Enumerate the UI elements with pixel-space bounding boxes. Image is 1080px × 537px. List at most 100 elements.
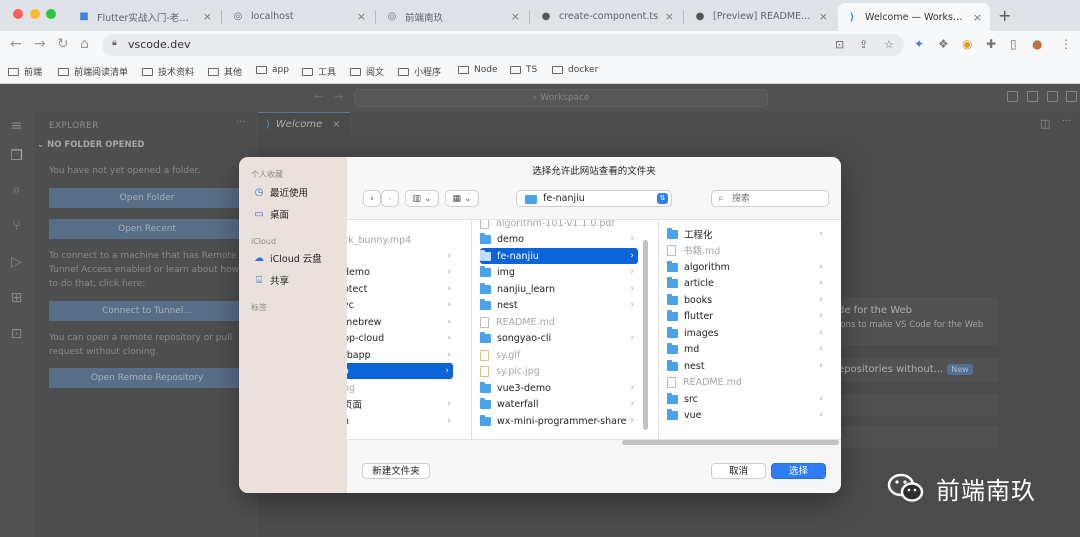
bookmark-star-icon[interactable]: ☆ [884, 38, 894, 51]
markdown-file-icon [667, 244, 676, 256]
folder-icon [480, 282, 491, 294]
browser-tab-active[interactable]: ⟩ Welcome — Workspace × [838, 3, 990, 31]
extensions-puzzle-icon[interactable]: ✚ [986, 37, 996, 51]
sidebar-icon[interactable]: ▯ [1010, 37, 1017, 51]
list-item[interactable]: nanjiu_learn › [480, 281, 638, 297]
list-item-selected[interactable]: o› [347, 363, 453, 379]
close-icon[interactable]: × [973, 11, 982, 24]
sidebar-item-shared[interactable]: ⌸ 共享 [253, 273, 289, 288]
sidebar-item-desktop[interactable]: ▭ 桌面 [253, 207, 289, 222]
home-icon[interactable]: ⌂ [80, 36, 89, 52]
list-item[interactable]: wx-mini-programmer-share › [480, 413, 638, 429]
bookmark-folder[interactable]: 其他 [208, 65, 242, 78]
bookmark-folder[interactable]: 小程序 [398, 65, 441, 78]
bookmark-folder[interactable]: 阅文 [350, 65, 384, 78]
browser-tab[interactable]: ◎ localhost × [224, 4, 374, 29]
list-item[interactable]: books › [667, 292, 827, 308]
menu-icon[interactable]: ⋮ [1060, 37, 1072, 51]
back-button[interactable]: ‹ [363, 190, 381, 207]
list-item[interactable]: 页面› [347, 396, 455, 412]
browser-tab[interactable]: ● [Preview] README.md × [686, 4, 836, 29]
folder-icon [208, 67, 219, 76]
list-item[interactable]: README.md [480, 314, 638, 330]
list-item-selected[interactable]: fe-nanjiu › [480, 248, 638, 264]
list-item[interactable]: waterfall › [480, 396, 638, 412]
reload-icon[interactable]: ↻ [57, 36, 69, 52]
avatar[interactable]: ● [1032, 37, 1042, 51]
bookmark-folder[interactable]: app [256, 65, 289, 75]
extension-icon[interactable]: ✦ [914, 37, 924, 51]
list-item[interactable]: md › [667, 341, 827, 357]
list-item[interactable]: pp-cloud › [347, 330, 455, 346]
list-item[interactable]: algorithm-101-v1.1.0.pdf [480, 220, 638, 231]
install-icon[interactable]: ⊡ [835, 38, 844, 51]
browser-tab[interactable]: ● create-component.ts × [532, 4, 682, 29]
bookmark-folder[interactable]: 工具 [302, 65, 336, 78]
list-item[interactable]: ng [347, 380, 455, 396]
list-item[interactable]: songyao-cli › [480, 330, 638, 346]
list-item[interactable]: vc› [347, 297, 455, 313]
search-input[interactable] [732, 193, 822, 205]
list-item[interactable]: src › [667, 391, 827, 407]
new-folder-button[interactable]: 新建文件夹 [362, 463, 430, 479]
list-item[interactable]: vue3-demo › [480, 380, 638, 396]
github-icon: ● [541, 11, 551, 22]
scrollbar[interactable] [643, 240, 648, 430]
browser-tab[interactable]: ◎ 前端南玖 × [378, 4, 528, 29]
list-item[interactable]: README.md [667, 374, 827, 390]
close-icon[interactable]: × [511, 10, 520, 23]
list-item[interactable]: › [347, 248, 455, 264]
list-item[interactable]: images › [667, 325, 827, 341]
group-button[interactable]: ▦ ⌄ [445, 190, 479, 207]
horizontal-scrollbar[interactable] [622, 440, 839, 445]
close-icon[interactable]: × [665, 10, 674, 23]
forward-icon[interactable]: → [34, 36, 46, 52]
bookmark-folder[interactable]: 技术资料 [142, 65, 194, 78]
address-bar[interactable]: 🔒︎ vscode.dev ⊡ ⇪ ☆ [102, 34, 904, 56]
cancel-button[interactable]: 取消 [711, 463, 766, 479]
sidebar-item-recent[interactable]: ◷ 最近使用 [253, 185, 308, 200]
bookmark-folder[interactable]: Node [458, 65, 498, 75]
close-icon[interactable]: × [203, 10, 212, 23]
list-item[interactable]: img › [480, 264, 638, 280]
list-item[interactable]: 书籍.md [667, 242, 827, 258]
extension-icon[interactable]: ◉ [962, 37, 972, 51]
list-item[interactable]: n› [347, 413, 455, 429]
close-icon[interactable]: × [819, 10, 828, 23]
bookmark-folder[interactable]: 前端阅读清单 [58, 65, 128, 78]
list-item[interactable]: demo› [347, 264, 455, 280]
view-mode-button[interactable]: ▥ ⌄ [405, 190, 439, 207]
new-tab-button[interactable]: + [998, 6, 1011, 25]
shared-folder-icon: ⌸ [256, 274, 262, 286]
choose-button[interactable]: 选择 [771, 463, 826, 479]
list-item[interactable]: algorithm › [667, 259, 827, 275]
forward-button[interactable]: › [381, 190, 399, 207]
close-window-button[interactable] [13, 9, 23, 19]
back-icon[interactable]: ← [10, 36, 22, 52]
list-item[interactable]: nest › [480, 297, 638, 313]
bookmark-folder[interactable]: docker [552, 65, 598, 75]
list-item[interactable]: demo› [480, 231, 638, 247]
list-item[interactable]: flutter › [667, 308, 827, 324]
list-item[interactable]: otect› [347, 281, 455, 297]
list-item[interactable]: sy.gif [480, 347, 638, 363]
extension-icon[interactable]: ❖ [938, 37, 949, 51]
search-field[interactable]: ⌕ [711, 190, 829, 207]
list-item[interactable]: vue › [667, 407, 827, 423]
list-item[interactable]: sy.pic.jpg [480, 363, 638, 379]
sidebar-item-icloud-drive[interactable]: ☁ iCloud 云盘 [253, 251, 322, 266]
list-item[interactable]: article › [667, 275, 827, 291]
list-item[interactable]: nest › [667, 358, 827, 374]
share-icon[interactable]: ⇪ [859, 38, 868, 51]
bookmark-folder[interactable]: TS [510, 65, 537, 75]
list-item[interactable]: tbapp› [347, 347, 455, 363]
close-icon[interactable]: × [357, 10, 366, 23]
browser-tab[interactable]: ■ Flutter实战入门-老孟-前端 × [70, 4, 220, 29]
bookmark-folder[interactable]: 前端 [8, 65, 42, 78]
list-item[interactable]: 工程化 › [667, 226, 827, 242]
list-item[interactable]: mebrew› [347, 314, 455, 330]
path-selector[interactable]: fe-nanjiu ⇅ [516, 190, 672, 207]
zoom-window-button[interactable] [46, 9, 56, 19]
list-item[interactable]: ck_bunny.mp4 [347, 232, 455, 248]
minimize-window-button[interactable] [30, 9, 40, 19]
